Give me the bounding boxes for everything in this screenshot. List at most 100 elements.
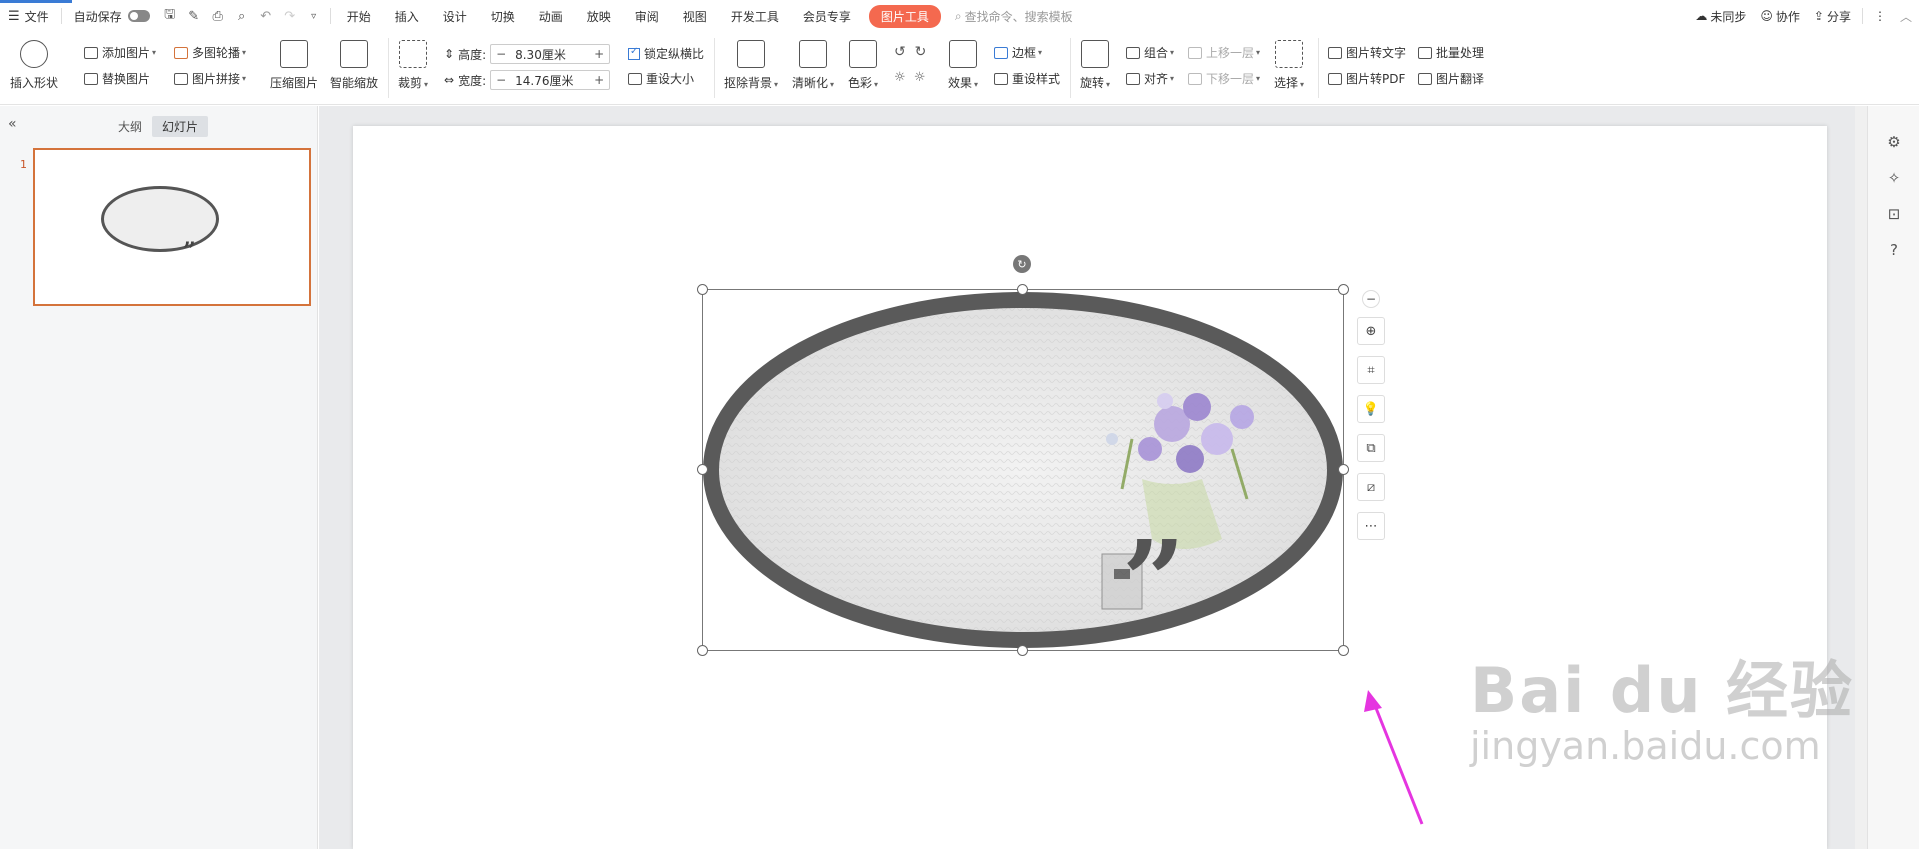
autosave-toggle[interactable]: 自动保存 — [66, 0, 158, 32]
file-menu[interactable]: ☰ 文件 — [0, 0, 57, 32]
rotate-button[interactable]: 旋转 ▾ — [1080, 32, 1110, 91]
resize-handle-n[interactable] — [1017, 284, 1028, 295]
select-icon — [1275, 40, 1304, 68]
resize-handle-e[interactable] — [1338, 464, 1349, 475]
sharpen-button[interactable]: 清晰化 ▾ — [792, 32, 834, 91]
effects-button[interactable]: 效果 ▾ — [948, 32, 978, 91]
lock-ratio-checkbox[interactable]: 锁定纵横比 — [628, 45, 704, 62]
tab-home[interactable]: 开始 — [335, 0, 383, 32]
ellipsis-icon[interactable]: ⋯ — [1357, 512, 1385, 540]
tab-slides[interactable]: 幻灯片 — [152, 116, 209, 137]
batch-process-button[interactable]: 批量处理 — [1418, 44, 1484, 61]
tab-developer[interactable]: 开发工具 — [719, 0, 791, 32]
add-picture-button[interactable]: 添加图片 ▾ — [84, 44, 156, 61]
send-backward-button[interactable]: 下移一层 ▾ — [1188, 70, 1260, 87]
comment-icon[interactable]: ⊡ — [1868, 196, 1919, 232]
help-icon[interactable]: ? — [1868, 232, 1919, 268]
picture-mosaic-button[interactable]: 图片拼接 ▾ — [174, 70, 246, 87]
pic-to-text-button[interactable]: 图片转文字 — [1328, 44, 1406, 61]
remove-bg-icon — [737, 40, 766, 68]
save-icon[interactable]: 🖫 — [158, 0, 182, 32]
resize-handle-s[interactable] — [1017, 645, 1028, 656]
tab-member[interactable]: 会员专享 — [791, 0, 863, 32]
minus-icon[interactable]: − — [491, 47, 511, 61]
collab-button[interactable]: ☺ 协作 — [1753, 0, 1807, 32]
plus-icon[interactable]: + — [589, 73, 609, 87]
collapse-ribbon-icon[interactable]: ︿ — [1893, 0, 1919, 32]
picture-icon — [84, 46, 98, 59]
undo-icon[interactable]: ↶ — [254, 0, 278, 32]
shape-icon — [20, 40, 48, 68]
command-search[interactable]: ⌕ 查找命令、搜索模板 — [955, 8, 1073, 25]
bulb-icon[interactable]: 💡 — [1357, 395, 1385, 423]
height-icon: ⇕ — [444, 47, 455, 61]
select-button[interactable]: 选择 ▾ — [1274, 32, 1304, 91]
watermark: Bai du 经验 jingyan.baidu.com — [1470, 654, 1855, 768]
pic-to-pdf-button[interactable]: 图片转PDF — [1328, 70, 1405, 87]
more-icon[interactable]: ⋮ — [1867, 0, 1893, 32]
tab-picture-tools[interactable]: 图片工具 — [868, 0, 941, 32]
tab-review[interactable]: 审阅 — [623, 0, 671, 32]
multi-carousel-button[interactable]: 多图轮播 ▾ — [174, 44, 246, 61]
batch-icon — [1418, 46, 1432, 59]
share-button[interactable]: ⇪ 分享 — [1807, 0, 1858, 32]
plus-icon[interactable]: + — [589, 47, 609, 61]
sharpen-icon — [799, 40, 828, 68]
print-icon[interactable]: ⎙ — [206, 0, 230, 32]
right-sidebar: ⚙ ✧ ⊡ ? — [1867, 106, 1919, 849]
chevron-down-icon[interactable]: ▿ — [302, 0, 326, 32]
crop-button[interactable]: 裁剪 ▾ — [398, 32, 428, 91]
zoom-in-icon[interactable]: ⊕ — [1357, 317, 1385, 345]
compress-picture-button[interactable]: 压缩图片 — [270, 32, 318, 91]
height-input[interactable]: − 8.30厘米 + — [490, 44, 611, 64]
color-button[interactable]: 色彩 ▾ — [848, 32, 878, 91]
align-button[interactable]: 对齐 ▾ — [1126, 70, 1174, 87]
insert-shape-button[interactable]: 插入形状 — [10, 32, 58, 91]
bring-forward-button[interactable]: 上移一层 ▾ — [1188, 44, 1260, 61]
collapse-panel-icon[interactable]: « — [8, 116, 17, 132]
border-button[interactable]: 边框 ▾ — [994, 44, 1042, 61]
print-preview-icon[interactable]: ⌕ — [230, 0, 254, 32]
minus-icon[interactable]: − — [1362, 290, 1380, 308]
reset-style-button[interactable]: 重设样式 — [994, 70, 1060, 87]
brightness-icon[interactable]: ☼ ☼ — [894, 70, 926, 85]
align-icon — [1126, 72, 1140, 85]
reset-size-button[interactable]: 重设大小 — [628, 70, 694, 87]
smart-scale-button[interactable]: 智能缩放 — [330, 32, 378, 91]
width-input[interactable]: − 14.76厘米 + — [490, 70, 611, 90]
pic-translate-button[interactable]: 图片翻译 — [1418, 70, 1484, 87]
vertical-scrollbar[interactable] — [1855, 106, 1867, 849]
eraser-icon[interactable]: ⧄ — [1357, 473, 1385, 501]
crop-icon[interactable]: ⌗ — [1357, 356, 1385, 384]
group-button[interactable]: 组合 ▾ — [1126, 44, 1174, 61]
rotate-left-icon[interactable]: ↺ ↻ — [894, 44, 926, 60]
tab-animation[interactable]: 动画 — [527, 0, 575, 32]
minus-icon[interactable]: − — [491, 73, 511, 87]
color-icon — [849, 40, 878, 68]
resize-handle-nw[interactable] — [697, 284, 708, 295]
user-icon: ☺ — [1760, 9, 1773, 23]
resize-handle-se[interactable] — [1338, 645, 1349, 656]
replace-picture-button[interactable]: 替换图片 — [84, 70, 150, 87]
resize-handle-ne[interactable] — [1338, 284, 1349, 295]
tab-slideshow[interactable]: 放映 — [575, 0, 623, 32]
pin-icon[interactable]: ✧ — [1868, 160, 1919, 196]
tab-outline[interactable]: 大纲 — [108, 116, 152, 137]
sync-button[interactable]: ☁ 未同步 — [1688, 0, 1753, 32]
replace-icon — [84, 72, 98, 85]
redo-icon[interactable]: ↷ — [278, 0, 302, 32]
translate-icon — [1418, 72, 1432, 85]
tab-insert[interactable]: 插入 — [383, 0, 431, 32]
settings-sliders-icon[interactable]: ⚙ — [1868, 124, 1919, 160]
rotate-icon[interactable]: ↻ — [1013, 255, 1031, 273]
group-icon — [1126, 46, 1140, 59]
slide-thumbnail[interactable]: ” — [33, 148, 311, 306]
tab-design[interactable]: 设计 — [431, 0, 479, 32]
copy-icon[interactable]: ⧉ — [1357, 434, 1385, 462]
resize-handle-w[interactable] — [697, 464, 708, 475]
format-painter-icon[interactable]: ✎ — [182, 0, 206, 32]
remove-bg-button[interactable]: 抠除背景 ▾ — [724, 32, 778, 91]
tab-transition[interactable]: 切换 — [479, 0, 527, 32]
tab-view[interactable]: 视图 — [671, 0, 719, 32]
resize-handle-sw[interactable] — [697, 645, 708, 656]
